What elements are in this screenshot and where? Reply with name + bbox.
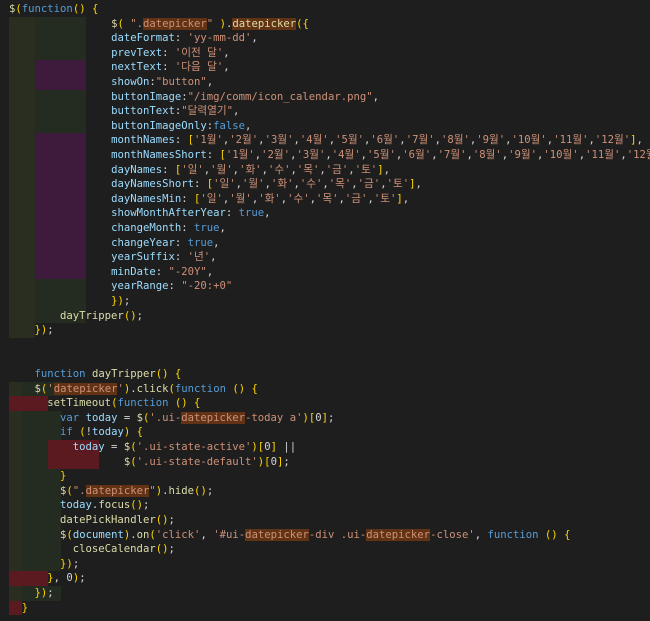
code-line[interactable]: }); bbox=[0, 556, 650, 572]
code-text: dateFormat: 'yy-mm-dd', bbox=[111, 32, 258, 45]
code-text: monthNamesShort: ['1월','2월','3월','4월','5… bbox=[111, 149, 650, 161]
code-line[interactable]: buttonImageOnly:false, bbox=[0, 118, 650, 134]
code-line[interactable]: var today = $('.ui-datepicker-today a')[… bbox=[0, 410, 650, 426]
code-line[interactable]: datePickHandler(); bbox=[0, 513, 650, 528]
code-line[interactable]: closeCalendar(); bbox=[0, 542, 650, 557]
code-text: $(".datepicker").hide(); bbox=[60, 484, 214, 497]
code-line[interactable]: yearRange: "-20:+0" bbox=[0, 279, 650, 294]
code-text: if (!today) { bbox=[60, 426, 144, 439]
code-line[interactable]: dateFormat: 'yy-mm-dd', bbox=[0, 31, 650, 46]
code-text: }); bbox=[34, 587, 54, 599]
code-line[interactable]: dayNamesMin: ['일','월','화','수','목','금','토… bbox=[0, 191, 650, 207]
code-line[interactable]: minDate: "-20Y", bbox=[0, 264, 650, 280]
code-text: } bbox=[60, 470, 67, 483]
code-line[interactable]: $('datepicker').click(function () { bbox=[0, 381, 650, 397]
code-text: nextText: '다음 달', bbox=[111, 61, 230, 74]
code-line[interactable]: monthNames: ['1월','2월','3월','4월','5월','6… bbox=[0, 133, 650, 148]
code-text: var today = $('.ui-datepicker-today a')[… bbox=[60, 411, 335, 424]
code-line[interactable]: $(".datepicker").hide(); bbox=[0, 483, 650, 499]
code-text: minDate: "-20Y", bbox=[111, 265, 214, 278]
code-text: yearRange: "-20:+0" bbox=[111, 280, 233, 293]
code-line[interactable]: showMonthAfterYear: true, bbox=[0, 206, 650, 221]
code-text: function dayTripper() { bbox=[34, 368, 182, 380]
code-line[interactable]: setTimeout(function () { bbox=[0, 396, 650, 411]
code-text: today.focus(); bbox=[60, 499, 150, 512]
code-line[interactable]: monthNamesShort: ['1월','2월','3월','4월','5… bbox=[0, 148, 650, 163]
code-text: showOn:"button", bbox=[111, 76, 214, 88]
code-text: changeYear: true, bbox=[111, 236, 220, 249]
code-line[interactable]: dayTripper(); bbox=[0, 308, 650, 324]
code-line[interactable]: if (!today) { bbox=[0, 425, 650, 440]
code-line[interactable]: today.focus(); bbox=[0, 498, 650, 513]
code-line[interactable]: showOn:"button", bbox=[0, 75, 650, 90]
code-text: $('datepicker').click(function () { bbox=[34, 382, 258, 395]
code-line[interactable]: }); bbox=[0, 294, 650, 309]
code-line[interactable]: buttonImage:"/img/comm/icon_calendar.png… bbox=[0, 89, 650, 105]
code-text: $('.ui-state-default')[0]; bbox=[123, 455, 290, 468]
code-line[interactable]: changeYear: true, bbox=[0, 235, 650, 251]
code-text: dayTripper(); bbox=[60, 309, 143, 322]
code-line[interactable] bbox=[0, 338, 650, 353]
code-text: setTimeout(function () { bbox=[47, 397, 201, 410]
code-text: prevText: '이전 달', bbox=[111, 46, 230, 59]
code-text: datePickHandler(); bbox=[60, 514, 175, 526]
code-line[interactable]: changeMonth: true, bbox=[0, 221, 650, 236]
code-text: }); bbox=[34, 324, 54, 337]
code-editor[interactable]: $(function() { $( ".datepicker" ).datepi… bbox=[0, 0, 650, 621]
code-text: showMonthAfterYear: true, bbox=[111, 207, 271, 220]
code-text: buttonImage:"/img/comm/icon_calendar.png… bbox=[111, 90, 379, 103]
code-text: changeMonth: true, bbox=[111, 222, 226, 234]
code-line[interactable]: } bbox=[0, 469, 650, 484]
code-text: $( ".datepicker" ).datepicker({ bbox=[111, 17, 309, 30]
code-text: monthNames: ['1월','2월','3월','4월','5월','6… bbox=[111, 134, 643, 147]
code-text: today = $('.ui-state-active')[0] || bbox=[72, 441, 297, 453]
code-text: yearSuffix: '년', bbox=[111, 251, 217, 264]
code-text: buttonImageOnly:false, bbox=[111, 119, 252, 132]
code-line[interactable]: }, 0); bbox=[0, 571, 650, 586]
code-text: dayNamesMin: ['일','월','화','수','목','금','토… bbox=[111, 192, 410, 205]
code-line[interactable]: $( ".datepicker" ).datepicker({ bbox=[0, 16, 650, 32]
code-line[interactable]: $('.ui-state-default')[0]; bbox=[0, 454, 650, 470]
code-text: }, 0); bbox=[47, 572, 86, 585]
code-line[interactable]: today = $('.ui-state-active')[0] || bbox=[0, 440, 650, 455]
code-line[interactable]: } bbox=[0, 600, 650, 616]
code-text: closeCalendar(); bbox=[72, 543, 175, 556]
code-line[interactable]: prevText: '이전 달', bbox=[0, 45, 650, 61]
code-text: buttonText:"달력열기", bbox=[111, 105, 240, 118]
code-text: dayNamesShort: ['일','월','화','수','목','금',… bbox=[111, 178, 422, 191]
code-line[interactable]: nextText: '다음 달', bbox=[0, 60, 650, 75]
code-line[interactable] bbox=[0, 352, 650, 367]
code-line[interactable]: yearSuffix: '년', bbox=[0, 250, 650, 265]
code-text: } bbox=[21, 601, 29, 614]
code-text: }); bbox=[60, 557, 80, 570]
code-line[interactable]: $(function() { bbox=[0, 2, 650, 17]
code-line[interactable]: dayNamesShort: ['일','월','화','수','목','금',… bbox=[0, 177, 650, 192]
code-text: }); bbox=[111, 295, 131, 307]
code-line[interactable]: function dayTripper() { bbox=[0, 367, 650, 382]
code-line[interactable]: buttonText:"달력열기", bbox=[0, 104, 650, 119]
code-text: dayNames: ['일','월','화','수','목','금','토'], bbox=[111, 163, 390, 176]
code-text: $(function() { bbox=[9, 3, 99, 15]
code-line[interactable]: dayNames: ['일','월','화','수','목','금','토'], bbox=[0, 162, 650, 178]
code-text: $(document).on('click', '#ui-datepicker-… bbox=[60, 528, 571, 541]
code-line[interactable]: $(document).on('click', '#ui-datepicker-… bbox=[0, 527, 650, 543]
code-line[interactable]: }); bbox=[0, 323, 650, 338]
code-line[interactable]: }); bbox=[0, 586, 650, 601]
